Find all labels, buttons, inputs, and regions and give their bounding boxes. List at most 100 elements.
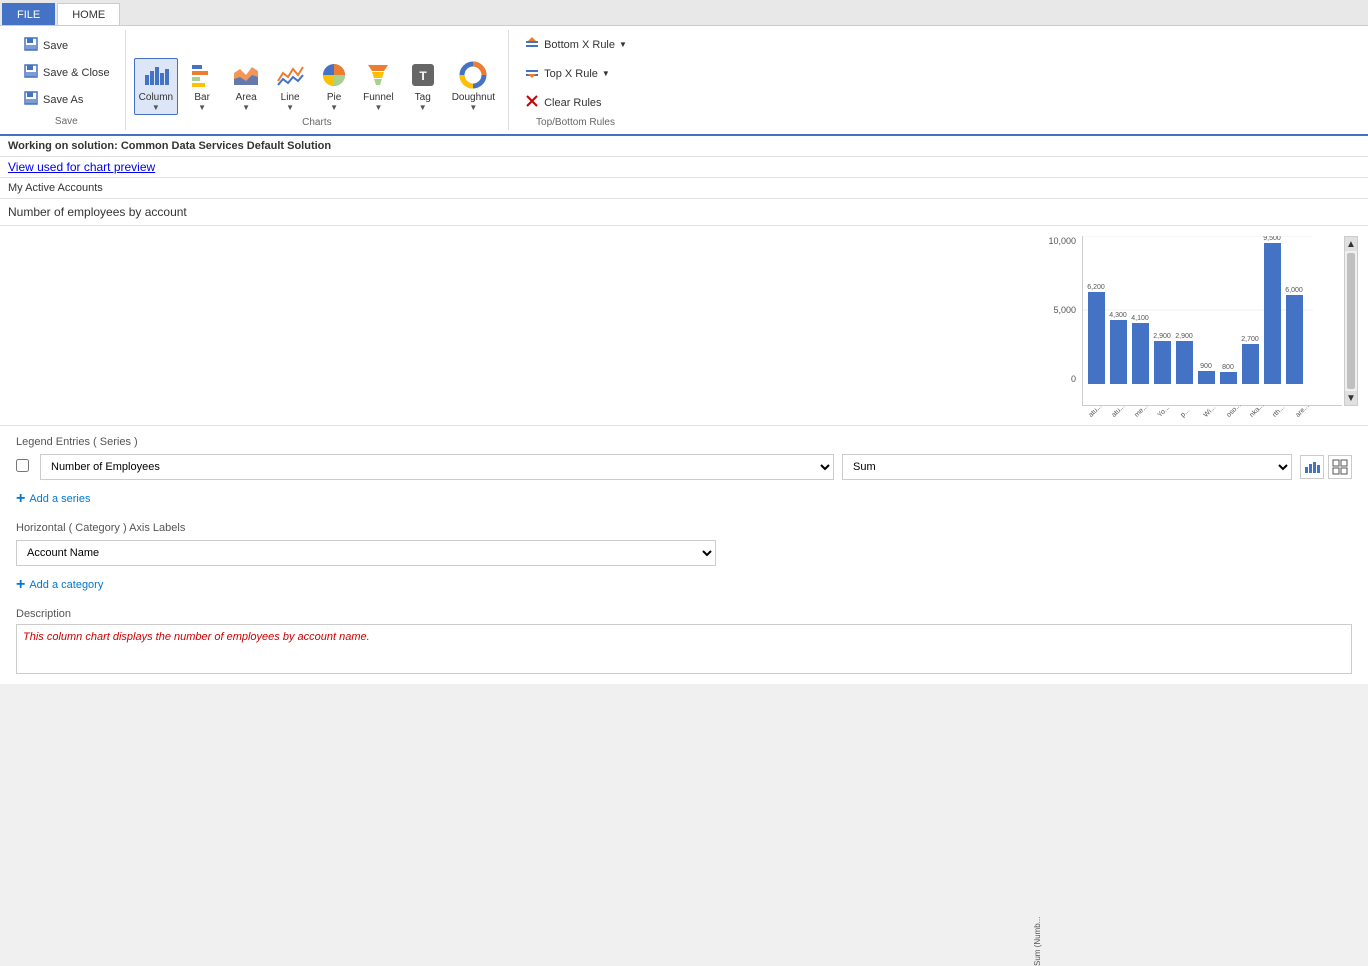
chart-type-column-button[interactable]: Column ▼ (134, 58, 178, 115)
svg-text:2,700: 2,700 (1241, 336, 1259, 343)
bar-10: 6,000 (1285, 287, 1303, 384)
doughnut-dropdown-arrow: ▼ (469, 103, 477, 112)
tag-dropdown-arrow: ▼ (419, 103, 427, 112)
top-x-rule-icon (524, 64, 540, 83)
working-on-label: Working on solution: Common Data Service… (8, 140, 331, 152)
chart-title: Number of employees by account (8, 205, 187, 219)
svg-text:T: T (419, 69, 427, 83)
svg-text:2,900: 2,900 (1153, 333, 1171, 340)
save-group: Save Save & Close Save As Save (8, 30, 126, 130)
add-category-label: Add a category (29, 579, 103, 591)
funnel-chart-label: Funnel (363, 92, 394, 103)
funnel-dropdown-arrow: ▼ (374, 103, 382, 112)
series-field-dropdown[interactable]: Number of Employees (40, 454, 834, 480)
series-grid-icon[interactable] (1328, 455, 1352, 479)
chart-bars-container: 6,200 4,300 4,100 (1082, 236, 1342, 406)
scrollbar-thumb[interactable] (1347, 253, 1355, 389)
bar-chart-svg: 6,200 4,300 4,100 (1083, 236, 1313, 384)
save-button[interactable]: Save (16, 33, 117, 58)
chart-type-area-button[interactable]: Area ▼ (226, 58, 266, 115)
save-as-label: Save As (43, 94, 83, 106)
bottom-x-rule-icon (524, 35, 540, 54)
y-axis-container: Sum (Numb... (1033, 236, 1042, 966)
top-x-arrow: ▼ (602, 69, 610, 78)
ribbon: Save Save & Close Save As Save (0, 26, 1368, 136)
y-axis-values: 10,000 5,000 0 (1048, 236, 1076, 386)
add-category-plus-icon: + (16, 576, 25, 594)
column-chart-icon (142, 61, 170, 92)
save-icon (23, 36, 39, 55)
bar-5: 2,900 (1175, 333, 1193, 384)
bottom-x-arrow: ▼ (619, 40, 627, 49)
chart-type-pie-button[interactable]: Pie ▼ (314, 58, 354, 115)
tag-chart-label: Tag (415, 92, 431, 103)
y-value-zero: 0 (1071, 374, 1076, 384)
area-chart-label: Area (236, 92, 257, 103)
top-x-rule-label: Top X Rule (544, 68, 598, 80)
charts-group-label: Charts (134, 115, 500, 128)
pie-chart-icon (320, 61, 348, 92)
x-axis-labels: atu... atu... me... Yo... p... Wi... oso… (1082, 408, 1312, 415)
clear-rules-label: Clear Rules (544, 97, 601, 109)
clear-rules-button[interactable]: Clear Rules (517, 90, 634, 115)
chart-type-icons-group (1300, 455, 1352, 479)
series-column-icon[interactable] (1300, 455, 1324, 479)
chart-type-tag-button[interactable]: T Tag ▼ (403, 58, 443, 115)
add-series-button[interactable]: + Add a series (16, 486, 1352, 512)
bar-3: 4,100 (1131, 315, 1149, 384)
doughnut-chart-label: Doughnut (452, 92, 495, 103)
chart-type-funnel-button[interactable]: Funnel ▼ (358, 58, 399, 115)
tab-bar: FILE HOME (0, 0, 1368, 26)
y-value-mid: 5,000 (1053, 305, 1076, 315)
bottom-x-rule-button[interactable]: Bottom X Rule ▼ (517, 32, 634, 57)
chart-type-bar-button[interactable]: Bar ▼ (182, 58, 222, 115)
description-text: This column chart displays the number of… (16, 624, 1352, 674)
description-label: Description (16, 608, 1352, 620)
scrollbar-down-button[interactable]: ▼ (1345, 391, 1357, 405)
series-row: Number of Employees Sum (16, 454, 1352, 480)
tab-home[interactable]: HOME (57, 3, 120, 25)
pie-dropdown-arrow: ▼ (330, 103, 338, 112)
h-axis-section: Horizontal ( Category ) Axis Labels Acco… (16, 522, 1352, 566)
series-aggregation-dropdown[interactable]: Sum (842, 454, 1292, 480)
save-close-button[interactable]: Save & Close (16, 60, 117, 85)
svg-text:6,000: 6,000 (1285, 287, 1303, 294)
h-axis-dropdown[interactable]: Account Name (16, 540, 716, 566)
series-checkbox[interactable] (16, 459, 32, 475)
bar-dropdown-arrow: ▼ (198, 103, 206, 112)
svg-text:800: 800 (1222, 364, 1234, 371)
scrollbar-up-button[interactable]: ▲ (1345, 237, 1357, 251)
top-x-rule-button[interactable]: Top X Rule ▼ (517, 61, 634, 86)
area-chart-icon (232, 61, 260, 92)
chart-type-doughnut-button[interactable]: Doughnut ▼ (447, 58, 500, 115)
chart-title-bar: Number of employees by account (0, 199, 1368, 226)
y-value-max: 10,000 (1048, 236, 1076, 246)
save-label: Save (43, 40, 68, 52)
line-dropdown-arrow: ▼ (286, 103, 294, 112)
topbottom-group-label: Top/Bottom Rules (517, 115, 634, 128)
column-chart-label: Column (139, 92, 173, 103)
view-link[interactable]: View used for chart preview (8, 160, 155, 174)
line-chart-label: Line (281, 92, 300, 103)
chart-and-xaxis: 6,200 4,300 4,100 (1082, 236, 1342, 415)
clear-rules-icon (524, 93, 540, 112)
tag-chart-icon: T (409, 61, 437, 92)
save-as-button[interactable]: Save As (16, 87, 117, 112)
bar-4: 2,900 (1153, 333, 1171, 384)
series-checkbox-input[interactable] (16, 459, 29, 472)
bar-8: 2,700 (1241, 336, 1259, 384)
content-area: Working on solution: Common Data Service… (0, 136, 1368, 684)
h-axis-label: Horizontal ( Category ) Axis Labels (16, 522, 1352, 534)
pie-chart-label: Pie (327, 92, 341, 103)
editor-section: Legend Entries ( Series ) Number of Empl… (0, 426, 1368, 684)
bar-1: 6,200 (1087, 284, 1105, 384)
chart-type-line-button[interactable]: Line ▼ (270, 58, 310, 115)
svg-text:6,200: 6,200 (1087, 284, 1105, 291)
save-close-icon (23, 63, 39, 82)
add-category-button[interactable]: + Add a category (16, 572, 1352, 598)
add-series-plus-icon: + (16, 490, 25, 508)
tab-file[interactable]: FILE (2, 3, 55, 25)
bar-9: 9,500 (1263, 236, 1281, 384)
chart-scrollbar[interactable]: ▲ ▼ (1344, 236, 1358, 406)
status-bar: Working on solution: Common Data Service… (0, 136, 1368, 157)
